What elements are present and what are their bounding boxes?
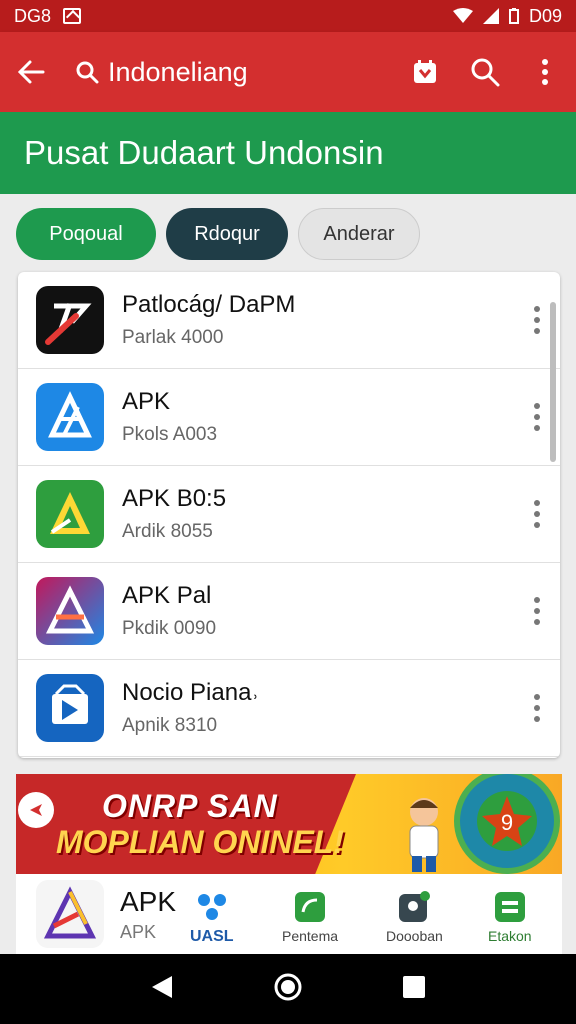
stylus-icon (36, 286, 104, 354)
apk-red-icon (36, 577, 104, 645)
gallery-notification-icon (63, 8, 82, 24)
back-button[interactable] (14, 55, 48, 89)
chip-filter-2[interactable]: Rdoqur (166, 208, 288, 260)
app-name: Nocio Piana˒ (122, 679, 260, 706)
apk-dark-icon (36, 674, 104, 742)
filter-chips: Poqoual Rdoqur Anderar (16, 208, 420, 260)
app-subtitle: Apnik 8310 (122, 715, 218, 736)
user-badge-icon (399, 891, 431, 922)
recents-nav-button[interactable] (402, 975, 426, 1004)
app-subtitle: Pkols A003 (122, 424, 218, 445)
battery-icon (508, 8, 519, 24)
toolbar: Indoneliang (0, 32, 576, 112)
app-name: Patlocág/ DaPM (122, 291, 296, 318)
app-name: APK (122, 388, 171, 415)
bookmark-button[interactable] (408, 55, 442, 89)
back-nav-button[interactable] (150, 974, 174, 1005)
chip-filter-1[interactable]: Poqoual (16, 208, 156, 260)
chip-filter-3[interactable]: Anderar (298, 208, 420, 260)
shortcut-2[interactable]: Pentema (282, 890, 338, 944)
promo-banner[interactable]: ONRP SAN MOPLIAN ONINEL! 9 (16, 774, 562, 874)
character-illustration (409, 798, 439, 872)
triangle-back-icon (151, 975, 172, 998)
list-app-icon (494, 892, 525, 922)
magnifier-icon (471, 58, 500, 87)
banner-title: Pusat Dudaart Undonsin (24, 134, 384, 171)
more-vert-icon (542, 59, 548, 85)
apk-green-icon (36, 480, 104, 548)
arrow-left-icon (17, 60, 45, 84)
phone-app-icon (295, 892, 326, 922)
list-item[interactable]: APK B0:5 Ardik 8055 (18, 466, 560, 563)
search-button[interactable] (468, 55, 502, 89)
app-subtitle: Parlak 4000 (122, 327, 224, 348)
shortcut-label: Etakon (488, 928, 532, 944)
shortcut-label: UASL (190, 928, 234, 945)
search-icon[interactable] (70, 55, 104, 89)
status-battery: D09 (528, 5, 562, 26)
apk-title: APK (120, 885, 177, 917)
promo-subheadline: MOPLIAN ONINEL! (56, 824, 344, 860)
list-item[interactable]: Patlocág/ DaPM Parlak 4000 (18, 272, 560, 369)
apk-subtitle: APK (120, 921, 157, 942)
item-more-button[interactable] (534, 500, 540, 528)
shortcut-label: Doooban (386, 928, 443, 944)
system-nav-bar (0, 954, 576, 1024)
play-icon (18, 792, 54, 828)
item-more-button[interactable] (534, 694, 540, 722)
list-item[interactable]: APK Pkols A003 (18, 369, 560, 466)
app-name: APK Pal (122, 582, 212, 609)
apk-triangle-icon[interactable] (36, 880, 104, 948)
section-banner: Pusat Dudaart Undonsin (0, 112, 576, 194)
scrollbar[interactable] (550, 302, 556, 462)
app-list: Patlocág/ DaPM Parlak 4000 APK Pkols A00… (18, 272, 560, 758)
shortcut-4[interactable]: Etakon (488, 890, 532, 944)
list-item[interactable]: Nocio Piana˒ Apnik 8310 (18, 660, 560, 757)
status-bar: DG8 D09 (0, 0, 576, 32)
trophy-badge-icon: 9 (454, 774, 560, 874)
app-subtitle: Pkdik 0090 (122, 618, 217, 639)
promo-headline: ONRP SAN (102, 788, 278, 824)
toolbar-title: Indoneliang (108, 56, 248, 87)
signal-icon (482, 8, 499, 24)
apk-blue-icon (36, 383, 104, 451)
bottom-shortcuts: APK APK UASL Pentema Doooban Etakon (16, 874, 562, 954)
app-subtitle: Ardik 8055 (122, 521, 213, 542)
wifi-icon (452, 8, 473, 23)
square-recents-icon (403, 975, 426, 998)
svg-text:9: 9 (501, 810, 513, 835)
item-more-button[interactable] (534, 597, 540, 625)
list-item[interactable]: APK Pal Pkdik 0090 (18, 563, 560, 660)
shortcut-1[interactable]: UASL (190, 890, 234, 946)
network-icon (197, 894, 226, 920)
status-time: DG8 (14, 5, 52, 26)
overflow-menu-button[interactable] (528, 55, 562, 89)
item-more-button[interactable] (534, 306, 540, 334)
home-nav-button[interactable] (273, 972, 303, 1007)
app-name: APK B0:5 (122, 485, 227, 512)
shortcut-label: Pentema (282, 928, 339, 944)
shortcut-3[interactable]: Doooban (386, 890, 443, 944)
item-more-button[interactable] (534, 403, 540, 431)
bookmark-icon (414, 60, 436, 83)
circle-home-icon (274, 973, 302, 1000)
